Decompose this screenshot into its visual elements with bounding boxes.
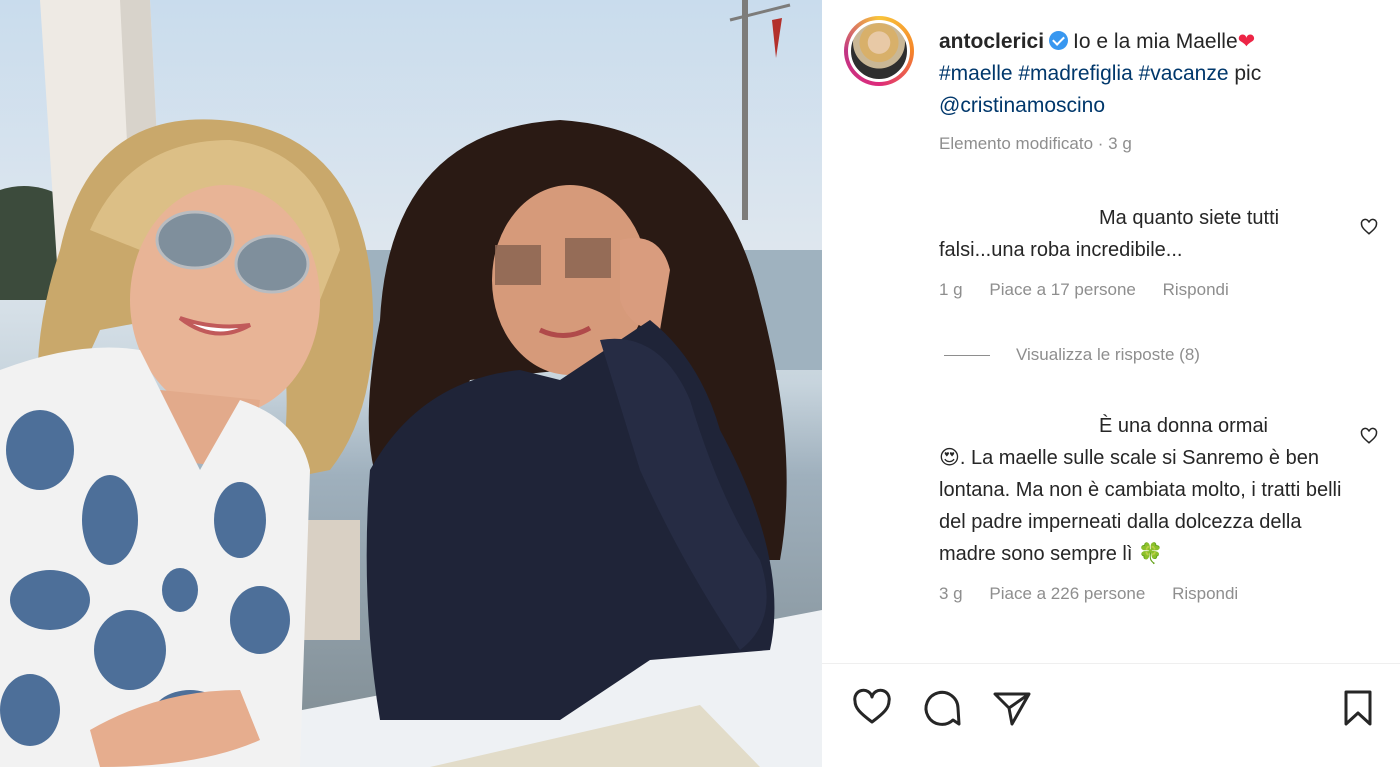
save-button[interactable]	[1336, 686, 1380, 730]
comment-time: 1 g	[939, 280, 963, 299]
clover-emoji: 🍀	[1137, 543, 1163, 565]
post-username[interactable]: antoclerici	[939, 30, 1044, 53]
bookmark-icon	[1344, 690, 1372, 726]
red-heart-emoji: ❤	[1237, 30, 1256, 53]
comment-text: Ma quanto siete tutti falsi...una roba i…	[939, 207, 1280, 261]
edited-label: Elemento modificato	[939, 134, 1094, 153]
avatar[interactable]	[848, 20, 910, 82]
photo-illustration	[0, 0, 822, 767]
story-ring[interactable]	[844, 16, 914, 86]
comment-body: È una donna ormai 😍. La maelle sulle sca…	[939, 410, 1359, 570]
share-button[interactable]	[990, 686, 1034, 730]
comment-item: Ma quanto siete tutti falsi...una roba i…	[939, 202, 1359, 300]
comment-like-icon[interactable]	[1360, 427, 1378, 445]
post-caption: antoclerici Io e la mia Maelle❤ #maelle #…	[939, 26, 1379, 122]
comment-button[interactable]	[920, 686, 964, 730]
comment-like-icon[interactable]	[1360, 218, 1378, 236]
heart-icon	[853, 688, 891, 724]
mention-link[interactable]: @cristinamoscino	[939, 94, 1105, 117]
hashtag-links[interactable]: #maelle #madrefiglia #vacanze	[939, 62, 1229, 85]
view-replies-label[interactable]: Visualizza le risposte (8)	[1016, 345, 1200, 365]
share-icon	[993, 692, 1031, 726]
pic-label: pic	[1234, 62, 1262, 85]
comment-meta: 3 g Piace a 226 persone Rispondi	[939, 584, 1359, 604]
comment-item: È una donna ormai 😍. La maelle sulle sca…	[939, 410, 1359, 604]
view-replies[interactable]: Visualizza le risposte (8)	[944, 345, 1200, 365]
comment-text-prefix: È una donna ormai	[1099, 415, 1269, 437]
divider	[822, 663, 1400, 664]
comment-time: 3 g	[939, 584, 963, 603]
post-side-panel: antoclerici Io e la mia Maelle❤ #maelle #…	[822, 0, 1400, 767]
reply-button[interactable]: Rispondi	[1172, 584, 1238, 603]
post-time: 3 g	[1108, 134, 1132, 153]
reply-button[interactable]: Rispondi	[1163, 280, 1229, 299]
verified-icon	[1049, 31, 1069, 50]
post-meta: Elemento modificato · 3 g	[939, 134, 1132, 153]
post-actions	[850, 686, 1380, 730]
like-button[interactable]	[850, 686, 894, 730]
heart-eyes-emoji: 😍	[939, 447, 960, 469]
comment-meta: 1 g Piace a 17 persone Rispondi	[939, 280, 1359, 300]
comment-likes[interactable]: Piace a 17 persone	[989, 280, 1136, 299]
comment-icon	[924, 690, 961, 726]
post-photo	[0, 0, 822, 767]
comment-likes[interactable]: Piace a 226 persone	[989, 584, 1145, 603]
replies-line	[944, 354, 990, 356]
caption-text: Io e la mia Maelle	[1073, 30, 1238, 53]
comment-body: Ma quanto siete tutti falsi...una roba i…	[939, 202, 1359, 266]
